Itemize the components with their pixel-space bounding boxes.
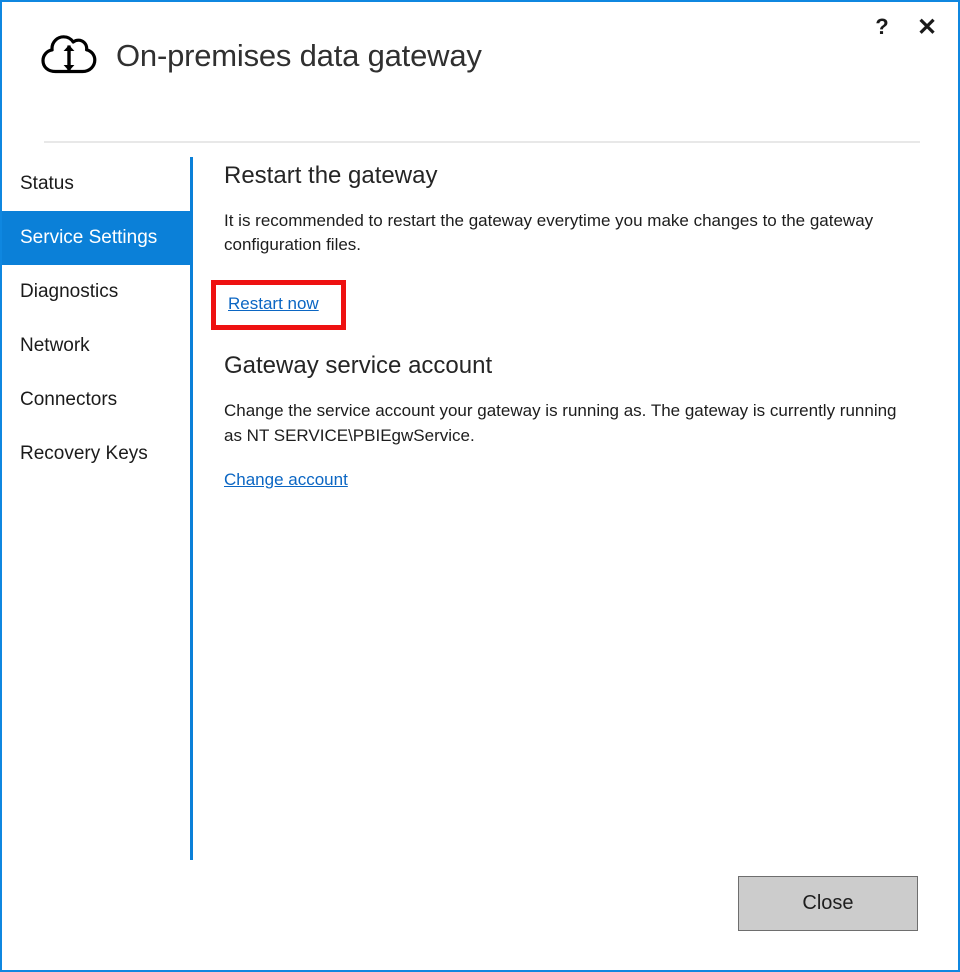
gateway-service-account-section: Gateway service account Change the servi… (224, 352, 924, 490)
app-brand: On-premises data gateway (40, 30, 482, 82)
title-bar: On-premises data gateway ? ✕ (2, 2, 958, 128)
sidebar-item-diagnostics[interactable]: Diagnostics (2, 265, 190, 319)
sidebar: Status Service Settings Diagnostics Netw… (2, 157, 190, 481)
gateway-window: On-premises data gateway ? ✕ Status Serv… (0, 0, 960, 972)
close-icon[interactable]: ✕ (906, 10, 948, 44)
account-section-heading: Gateway service account (224, 352, 924, 381)
help-icon[interactable]: ? (861, 10, 903, 44)
sidebar-item-label: Status (20, 173, 74, 195)
sidebar-item-label: Network (20, 335, 90, 357)
sidebar-item-label: Diagnostics (20, 281, 118, 303)
main-content: Restart the gateway It is recommended to… (224, 162, 924, 490)
sidebar-item-connectors[interactable]: Connectors (2, 373, 190, 427)
restart-now-link[interactable]: Restart now (228, 294, 319, 314)
header-divider (44, 141, 920, 143)
sidebar-item-label: Recovery Keys (20, 443, 148, 465)
sidebar-item-label: Connectors (20, 389, 117, 411)
restart-gateway-section: Restart the gateway It is recommended to… (224, 162, 924, 330)
account-section-description: Change the service account your gateway … (224, 399, 916, 448)
close-button[interactable]: Close (738, 876, 918, 931)
restart-now-annotation-box: Restart now (211, 280, 346, 330)
sidebar-item-network[interactable]: Network (2, 319, 190, 373)
restart-section-heading: Restart the gateway (224, 162, 924, 191)
change-account-link[interactable]: Change account (224, 470, 348, 490)
sidebar-item-label: Service Settings (20, 227, 157, 249)
sidebar-item-recovery-keys[interactable]: Recovery Keys (2, 427, 190, 481)
page-title: On-premises data gateway (116, 38, 482, 74)
sidebar-item-status[interactable]: Status (2, 157, 190, 211)
cloud-sync-icon (40, 30, 98, 82)
restart-section-description: It is recommended to restart the gateway… (224, 209, 916, 258)
sidebar-divider (190, 157, 193, 860)
sidebar-item-service-settings[interactable]: Service Settings (2, 211, 190, 265)
